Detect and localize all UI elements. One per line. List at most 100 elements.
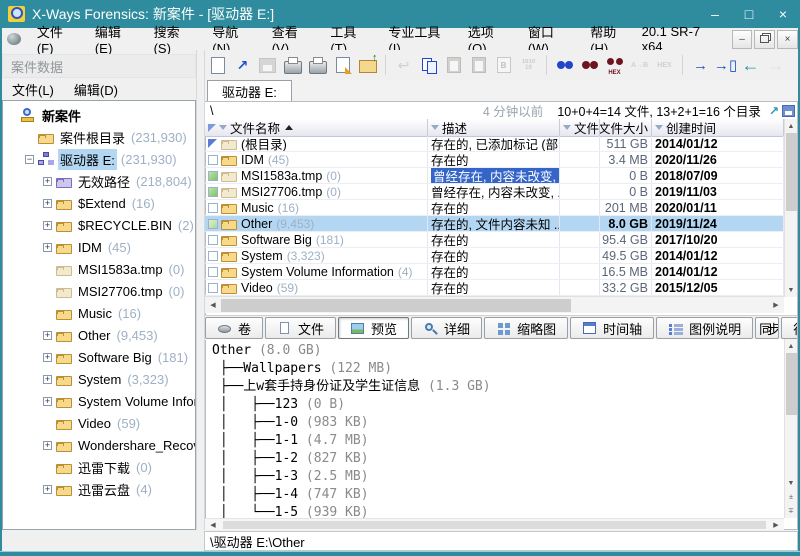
save-icon[interactable] (256, 53, 279, 77)
expander-plus-icon[interactable]: + (43, 397, 52, 406)
table-horizontal-scrollbar[interactable]: ◀ ▶ (205, 296, 784, 313)
tree-item[interactable]: MSI1583a.tmp(0) (3, 258, 195, 280)
tree-item[interactable]: +System Volume Inform (3, 390, 195, 412)
hex-replace-icon[interactable]: HEX (653, 53, 676, 77)
row-checkbox[interactable] (208, 251, 218, 261)
row-checkbox[interactable] (208, 187, 218, 197)
view-tab-文件[interactable]: 文件 (265, 317, 336, 339)
tree-item[interactable]: +迅雷云盘(4) (3, 478, 195, 500)
table-row[interactable]: (根目录)存在的, 已添加标记 (部分...511 GB2014/01/12 (205, 136, 784, 152)
row-checkbox[interactable] (208, 219, 218, 229)
view-tab-同步[interactable]: 同步 (755, 317, 779, 339)
column-header-4[interactable]: 创建时间 (652, 119, 784, 136)
view-tab-图例说明[interactable]: 图例说明 (656, 317, 753, 339)
tree-item[interactable]: +Wondershare_Recover (3, 434, 195, 456)
mdi-restore-button[interactable] (754, 30, 775, 49)
scroll-thumb[interactable] (786, 353, 797, 415)
expander-plus-icon[interactable]: + (43, 221, 52, 230)
expander-plus-icon[interactable]: + (43, 441, 52, 450)
column-header-1[interactable]: 描述 (428, 119, 560, 136)
scroll-page-icon[interactable]: ± (785, 490, 797, 504)
mdi-minimize-button[interactable]: – (732, 30, 753, 49)
table-row[interactable]: IDM(45)存在的3.4 MB2020/11/26 (205, 152, 784, 168)
save-view-icon[interactable] (782, 105, 795, 117)
find-icon[interactable] (578, 53, 601, 77)
table-row[interactable]: MSI1583a.tmp(0)曾经存在, 内容未改变, 已查看0 B2018/0… (205, 168, 784, 184)
row-checkbox[interactable] (208, 171, 218, 181)
tree-item[interactable]: MSI27706.tmp(0) (3, 280, 195, 302)
view-tab-时间轴[interactable]: 时间轴 (570, 317, 654, 339)
tree-item[interactable]: Video(59) (3, 412, 195, 434)
sidebar-menu-item[interactable]: 文件(L) (2, 80, 64, 99)
table-row[interactable]: Music(16)存在的201 MB2020/01/11 (205, 200, 784, 216)
scroll-down-icon[interactable]: ▼ (785, 283, 797, 297)
row-checkbox[interactable] (208, 155, 218, 165)
filter-funnel-icon[interactable] (563, 125, 571, 130)
forward-icon[interactable]: → (764, 53, 787, 77)
binary-copy-icon[interactable]: 101010 (517, 53, 540, 77)
row-checkbox[interactable] (208, 203, 218, 213)
sidebar-splitter[interactable] (196, 50, 205, 530)
tree-item[interactable]: +无效路径(218,804) (3, 170, 195, 192)
tree-item[interactable]: +$Extend(16) (3, 192, 195, 214)
view-tab-详细[interactable]: 详细 (411, 317, 482, 339)
scroll-right-icon[interactable]: ▶ (768, 521, 784, 529)
print-icon[interactable] (306, 53, 329, 77)
paste-icon[interactable] (442, 53, 465, 77)
expander-plus-icon[interactable]: + (43, 353, 52, 362)
expander-plus-icon[interactable]: + (43, 485, 52, 494)
mdi-close-button[interactable]: × (777, 30, 798, 49)
filter-funnel-icon[interactable] (431, 125, 439, 130)
tree-item[interactable]: 案件根目录(231,930) (3, 126, 195, 148)
table-row[interactable]: Other(9,453)存在的, 文件内容未知 ...8.0 GB2019/11… (205, 216, 784, 232)
open-icon[interactable]: ↗ (231, 53, 254, 77)
expander-minus-icon[interactable]: − (25, 155, 34, 164)
table-row[interactable]: System Volume Information(4)存在的16.5 MB20… (205, 264, 784, 280)
text-replace-icon[interactable]: A→B (628, 53, 651, 77)
print-preview-icon[interactable] (281, 53, 304, 77)
scroll-thumb[interactable] (221, 299, 571, 312)
column-header-0[interactable]: 文件名称 (205, 119, 428, 136)
table-row[interactable]: MSI27706.tmp(0)曾经存在, 内容未改变, ...0 B2019/1… (205, 184, 784, 200)
table-vertical-scrollbar[interactable]: ▲ ▼ (784, 119, 797, 297)
simultaneous-search-icon[interactable] (553, 53, 576, 77)
undo-icon[interactable]: ↩ (392, 53, 415, 77)
table-row[interactable]: Video(59)存在的33.2 GB2015/12/05 (205, 280, 784, 296)
expander-plus-icon[interactable]: + (43, 243, 52, 252)
goto-offset-icon[interactable]: → (689, 53, 712, 77)
menubar-item[interactable]: 编辑(E) (87, 22, 146, 56)
tree-item[interactable]: +System(3,323) (3, 368, 195, 390)
new-file-icon[interactable] (206, 53, 229, 77)
tree-item[interactable]: +Software Big(181) (3, 346, 195, 368)
tree-item[interactable]: −驱动器 E:(231,930) (3, 148, 195, 170)
filter-funnel-icon[interactable] (655, 125, 663, 130)
hex-search-icon[interactable]: HEX (603, 53, 626, 77)
properties-icon[interactable] (331, 53, 354, 77)
copy-icon[interactable] (417, 53, 440, 77)
view-tab-卷[interactable]: 卷 (205, 317, 263, 339)
menubar-item[interactable]: 文件(F) (29, 22, 87, 56)
preview-vertical-scrollbar[interactable]: ▲ ▼ ± ∓ (784, 339, 797, 518)
row-checkbox[interactable] (208, 267, 218, 277)
tree-item[interactable]: +IDM(45) (3, 236, 195, 258)
view-tab-预览[interactable]: 预览 (338, 317, 409, 339)
row-checkbox[interactable] (208, 283, 218, 293)
tab-drive-e[interactable]: 驱动器 E: (207, 80, 292, 102)
goto-block-icon[interactable]: →▯ (714, 53, 737, 77)
tree-item[interactable]: 迅雷下载(0) (3, 456, 195, 478)
scroll-left-icon[interactable]: ◀ (205, 521, 221, 529)
scroll-end-icon[interactable]: ∓ (785, 504, 797, 518)
filter-funnel-icon[interactable] (219, 125, 227, 130)
tree-item[interactable]: Music(16) (3, 302, 195, 324)
table-row[interactable]: Software Big(181)存在的95.4 GB2017/10/20 (205, 232, 784, 248)
expander-plus-icon[interactable]: + (43, 177, 52, 186)
paste-special-icon[interactable] (467, 53, 490, 77)
scroll-right-icon[interactable]: ▶ (768, 301, 784, 309)
view-tab-行[interactable]: 行 (781, 317, 797, 339)
row-checkbox[interactable] (208, 235, 218, 245)
recursive-view-icon[interactable]: ↗ (769, 104, 779, 118)
preview-horizontal-scrollbar[interactable]: ◀ ▶ (205, 518, 784, 530)
scroll-thumb[interactable] (223, 521, 766, 529)
back-icon[interactable]: ← (739, 53, 762, 77)
column-header-2[interactable]: 文件类 (560, 119, 600, 136)
